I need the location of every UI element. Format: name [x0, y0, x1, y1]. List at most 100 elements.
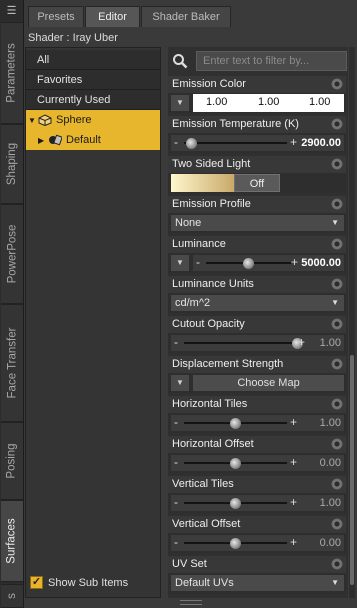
- tab-shaping[interactable]: Shaping: [1, 124, 23, 204]
- prop-luminance-units: Luminance Units cd/m^2 ▼: [168, 276, 346, 313]
- tab-surfaces[interactable]: Surfaces: [1, 500, 23, 582]
- tab-face-transfer[interactable]: Face Transfer: [1, 304, 23, 422]
- expand-arrow-icon[interactable]: ▼: [171, 375, 189, 391]
- tab-editor[interactable]: Editor: [85, 6, 140, 27]
- plus-icon[interactable]: +: [298, 335, 305, 350]
- list-item-favorites[interactable]: Favorites: [26, 70, 160, 90]
- minus-icon[interactable]: -: [196, 255, 200, 270]
- luminance-units-dropdown[interactable]: cd/m^2 ▼: [171, 295, 344, 311]
- minus-icon[interactable]: -: [174, 415, 178, 430]
- prop-luminance: Luminance ▼ - + 5000.00: [168, 236, 346, 273]
- color-value-field[interactable]: 1.00 1.00 1.00: [193, 94, 344, 112]
- gear-icon[interactable]: [331, 158, 343, 170]
- vertical-tiles-slider[interactable]: - + 1.00: [171, 495, 344, 511]
- prop-title: Vertical Tiles: [172, 478, 234, 490]
- gear-icon[interactable]: [331, 518, 343, 530]
- plus-icon[interactable]: +: [290, 415, 297, 430]
- uv-set-dropdown[interactable]: Default UVs ▼: [171, 575, 344, 591]
- slider-value[interactable]: 5000.00: [301, 255, 341, 271]
- vertical-offset-slider[interactable]: - + 0.00: [171, 535, 344, 551]
- property-panel: Enter text to filter by... Emission Colo…: [168, 47, 348, 598]
- emission-profile-dropdown[interactable]: None ▼: [171, 215, 344, 231]
- temperature-slider[interactable]: - + 2900.00: [171, 135, 344, 151]
- prop-title: Luminance: [172, 238, 226, 250]
- color-b-value: 1.00: [309, 96, 331, 108]
- expand-arrow-icon[interactable]: ▼: [171, 95, 189, 111]
- minus-icon[interactable]: -: [174, 495, 178, 510]
- show-sub-items-toggle[interactable]: ✓ Show Sub Items: [30, 575, 128, 591]
- scrollbar-thumb[interactable]: [350, 355, 354, 585]
- tab-posing[interactable]: Posing: [1, 422, 23, 500]
- gear-icon[interactable]: [331, 318, 343, 330]
- panel-menu-icon[interactable]: ☰: [2, 3, 21, 19]
- slider-track: [184, 342, 297, 344]
- slider-knob[interactable]: [230, 418, 241, 429]
- minus-icon[interactable]: -: [174, 535, 178, 550]
- gear-icon[interactable]: [331, 238, 343, 250]
- plus-icon[interactable]: +: [290, 495, 297, 510]
- two-sided-toggle[interactable]: Off: [171, 174, 344, 192]
- chevron-down-icon: ▼: [331, 218, 339, 227]
- plus-icon[interactable]: +: [290, 135, 297, 150]
- minus-icon[interactable]: -: [174, 455, 178, 470]
- cube-icon: [38, 114, 52, 127]
- slider-value[interactable]: 0.00: [320, 455, 341, 471]
- slider-value[interactable]: 2900.00: [301, 135, 341, 151]
- horizontal-offset-slider[interactable]: - + 0.00: [171, 455, 344, 471]
- checkmark-icon[interactable]: ✓: [30, 575, 43, 589]
- gear-icon[interactable]: [331, 558, 343, 570]
- luminance-slider[interactable]: - + 5000.00: [193, 255, 344, 271]
- tab-surfaces-label: Surfaces: [6, 518, 19, 564]
- slider-knob[interactable]: [230, 458, 241, 469]
- choose-map-button[interactable]: Choose Map: [193, 375, 344, 391]
- slider-knob[interactable]: [243, 258, 254, 269]
- minus-icon[interactable]: -: [174, 335, 178, 350]
- expand-arrow-icon[interactable]: ▼: [171, 255, 189, 271]
- slider-knob[interactable]: [230, 538, 241, 549]
- filter-input[interactable]: Enter text to filter by...: [196, 51, 347, 71]
- prop-title: Emission Profile: [172, 198, 251, 210]
- slider-knob[interactable]: [230, 498, 241, 509]
- gear-icon[interactable]: [331, 198, 343, 210]
- collapse-arrow-icon[interactable]: ▶: [38, 131, 48, 151]
- plus-icon[interactable]: +: [291, 255, 298, 270]
- gear-icon[interactable]: [331, 358, 343, 370]
- list-item-currently-used[interactable]: Currently Used: [26, 90, 160, 110]
- tree-item-default-label: Default: [66, 134, 101, 146]
- top-tab-bar: Presets Editor Shader Baker: [24, 6, 357, 27]
- vertical-tab-strip: ☰ Parameters Shaping PowerPose Face Tran…: [0, 0, 24, 608]
- horizontal-tiles-slider[interactable]: - + 1.00: [171, 415, 344, 431]
- tab-shader-baker[interactable]: Shader Baker: [141, 6, 231, 27]
- plus-icon[interactable]: +: [290, 455, 297, 470]
- gear-icon[interactable]: [331, 438, 343, 450]
- tab-parameters[interactable]: Parameters: [1, 22, 23, 124]
- surface-list-panel: All Favorites Currently Used ▼ Sphere ▶ De…: [25, 47, 161, 598]
- slider-value[interactable]: 1.00: [320, 495, 341, 511]
- list-item-all[interactable]: All: [26, 50, 160, 70]
- plus-icon[interactable]: +: [290, 535, 297, 550]
- cutout-opacity-slider[interactable]: - + 1.00: [171, 335, 344, 351]
- expand-arrow-icon[interactable]: ▼: [28, 111, 38, 131]
- gear-icon[interactable]: [331, 278, 343, 290]
- resize-grip[interactable]: [180, 600, 202, 605]
- slider-knob[interactable]: [185, 138, 197, 149]
- prop-title: UV Set: [172, 558, 207, 570]
- tree-item-default[interactable]: ▶ Default: [26, 130, 160, 150]
- gear-icon[interactable]: [331, 398, 343, 410]
- tree-item-sphere[interactable]: ▼ Sphere: [26, 110, 160, 130]
- gear-icon[interactable]: [331, 78, 343, 90]
- toggle-off-button[interactable]: Off: [234, 174, 280, 192]
- tab-powerpose[interactable]: PowerPose: [1, 204, 23, 304]
- show-sub-items-label: Show Sub Items: [48, 577, 129, 589]
- property-scrollbar[interactable]: [349, 47, 355, 598]
- minus-icon[interactable]: -: [174, 135, 178, 150]
- tab-presets[interactable]: Presets: [28, 6, 84, 27]
- shader-label: Shader : Iray Uber: [28, 32, 118, 44]
- slider-value[interactable]: 1.00: [320, 335, 341, 351]
- tab-more[interactable]: s: [1, 584, 23, 608]
- slider-value[interactable]: 0.00: [320, 535, 341, 551]
- slider-track: [184, 142, 287, 144]
- gear-icon[interactable]: [331, 118, 343, 130]
- gear-icon[interactable]: [331, 478, 343, 490]
- slider-value[interactable]: 1.00: [320, 415, 341, 431]
